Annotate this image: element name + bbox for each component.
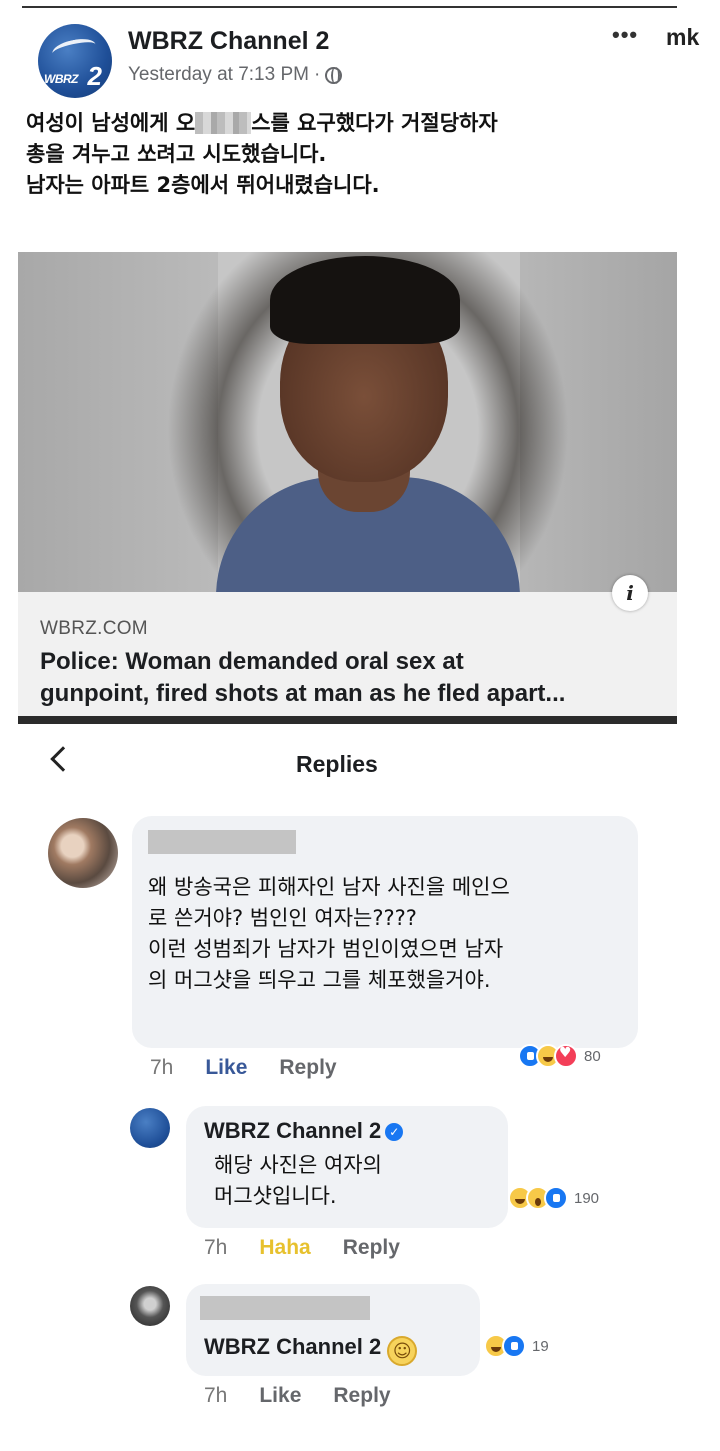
reaction-summary[interactable]: 19 (484, 1334, 549, 1358)
reply-text: 해당 사진은 여자의 머그샷입니다. (214, 1150, 382, 1212)
censor-mosaic (195, 112, 252, 134)
logo-swoosh (50, 35, 98, 63)
reaction-summary[interactable]: 80 (518, 1044, 601, 1068)
link-title-line: Police: Woman demanded oral sex at (40, 648, 464, 675)
watermark: mk (666, 24, 700, 50)
comment-line: 이런 성범죄가 남자가 범인이였으면 남자 (148, 937, 504, 961)
reply-author-name[interactable]: WBRZ Channel 2 (204, 1118, 381, 1143)
reply-button[interactable]: Reply (279, 1056, 336, 1080)
like-reaction-icon (502, 1334, 526, 1358)
like-button[interactable]: Like (205, 1056, 247, 1080)
more-options-icon[interactable]: ••• (612, 22, 638, 48)
post-timestamp[interactable]: Yesterday at 7:13 PM (128, 64, 309, 86)
post-meta: Yesterday at 7:13 PM · (128, 64, 343, 86)
redacted-name (200, 1296, 370, 1320)
meta-separator: · (313, 64, 321, 85)
page-avatar[interactable]: WBRZ 2 (38, 24, 112, 98)
replies-title: Replies (296, 751, 378, 777)
link-title-line: gunpoint, fired shots at man as he fled … (40, 680, 566, 707)
logo-number: 2 (87, 61, 102, 91)
info-icon[interactable]: i (612, 575, 648, 611)
redacted-name (148, 830, 296, 854)
reply-line: 머그샷입니다. (214, 1184, 337, 1208)
post-text-line: 남자는 아파트 2층에서 뛰어내렸습니다. (26, 173, 380, 197)
link-domain: WBRZ.COM (40, 618, 148, 639)
comment-actions: 7h Like Reply (150, 1056, 337, 1080)
smile-emoji-icon: ☺ (387, 1336, 418, 1366)
comment-line: 로 쓴거야? 범인인 여자는???? (148, 906, 417, 930)
logo-text: WBRZ (44, 72, 79, 86)
comment-line: 왜 방송국은 피해자인 남자 사진을 메인으 (148, 875, 510, 899)
reply-button[interactable]: Reply (343, 1236, 400, 1260)
commenter-avatar[interactable] (48, 818, 118, 888)
reply-time: 7h (204, 1236, 228, 1259)
commenter-avatar[interactable] (130, 1286, 170, 1326)
comment-text: 왜 방송국은 피해자인 남자 사진을 메인으 로 쓴거야? 범인인 여자는???… (148, 872, 510, 996)
wbrz-avatar[interactable] (130, 1108, 170, 1148)
reply-actions: 7h Like Reply (204, 1384, 391, 1408)
page-name[interactable]: WBRZ Channel 2 (128, 27, 329, 56)
top-divider (22, 6, 677, 8)
comment-time: 7h (150, 1056, 174, 1079)
post-text: 여성이 남성에게 오 스를 요구했다가 거절당하자 총을 겨누고 쏘려고 시도했습… (26, 108, 666, 201)
reaction-count: 190 (574, 1189, 600, 1207)
tagged-page[interactable]: WBRZ Channel 2 (204, 1334, 381, 1359)
post-text-line: 여성이 남성에게 오 스를 요구했다가 거절당하자 (26, 111, 498, 135)
link-title: Police: Woman demanded oral sex at gunpo… (40, 646, 670, 710)
reply-button[interactable]: Reply (333, 1384, 390, 1408)
reaction-summary[interactable]: 190 (508, 1186, 599, 1210)
reaction-count: 19 (532, 1337, 549, 1355)
link-preview-caption[interactable]: WBRZ.COM Police: Woman demanded oral sex… (18, 592, 677, 724)
reply-text: WBRZ Channel 2 ☺ (204, 1334, 418, 1366)
reply-time: 7h (204, 1384, 228, 1407)
verified-badge-icon: ✓ (385, 1123, 404, 1141)
link-preview-image[interactable] (18, 252, 677, 592)
reply-author[interactable]: WBRZ Channel 2 ✓ (204, 1118, 404, 1144)
reply-line: 해당 사진은 여자의 (214, 1153, 382, 1177)
haha-button[interactable]: Haha (259, 1236, 310, 1260)
globe-icon (325, 66, 343, 84)
reply-actions: 7h Haha Reply (204, 1236, 400, 1260)
like-reaction-icon (544, 1186, 568, 1210)
post-text-line: 총을 겨누고 쏘려고 시도했습니다. (26, 142, 327, 166)
person-hair (270, 256, 460, 344)
like-button[interactable]: Like (259, 1384, 301, 1408)
comment-line: 의 머그샷을 띄우고 그를 체포했을거야. (148, 968, 491, 992)
reaction-count: 80 (584, 1047, 601, 1065)
love-reaction-icon (554, 1044, 578, 1068)
back-arrow-icon[interactable] (50, 746, 76, 772)
